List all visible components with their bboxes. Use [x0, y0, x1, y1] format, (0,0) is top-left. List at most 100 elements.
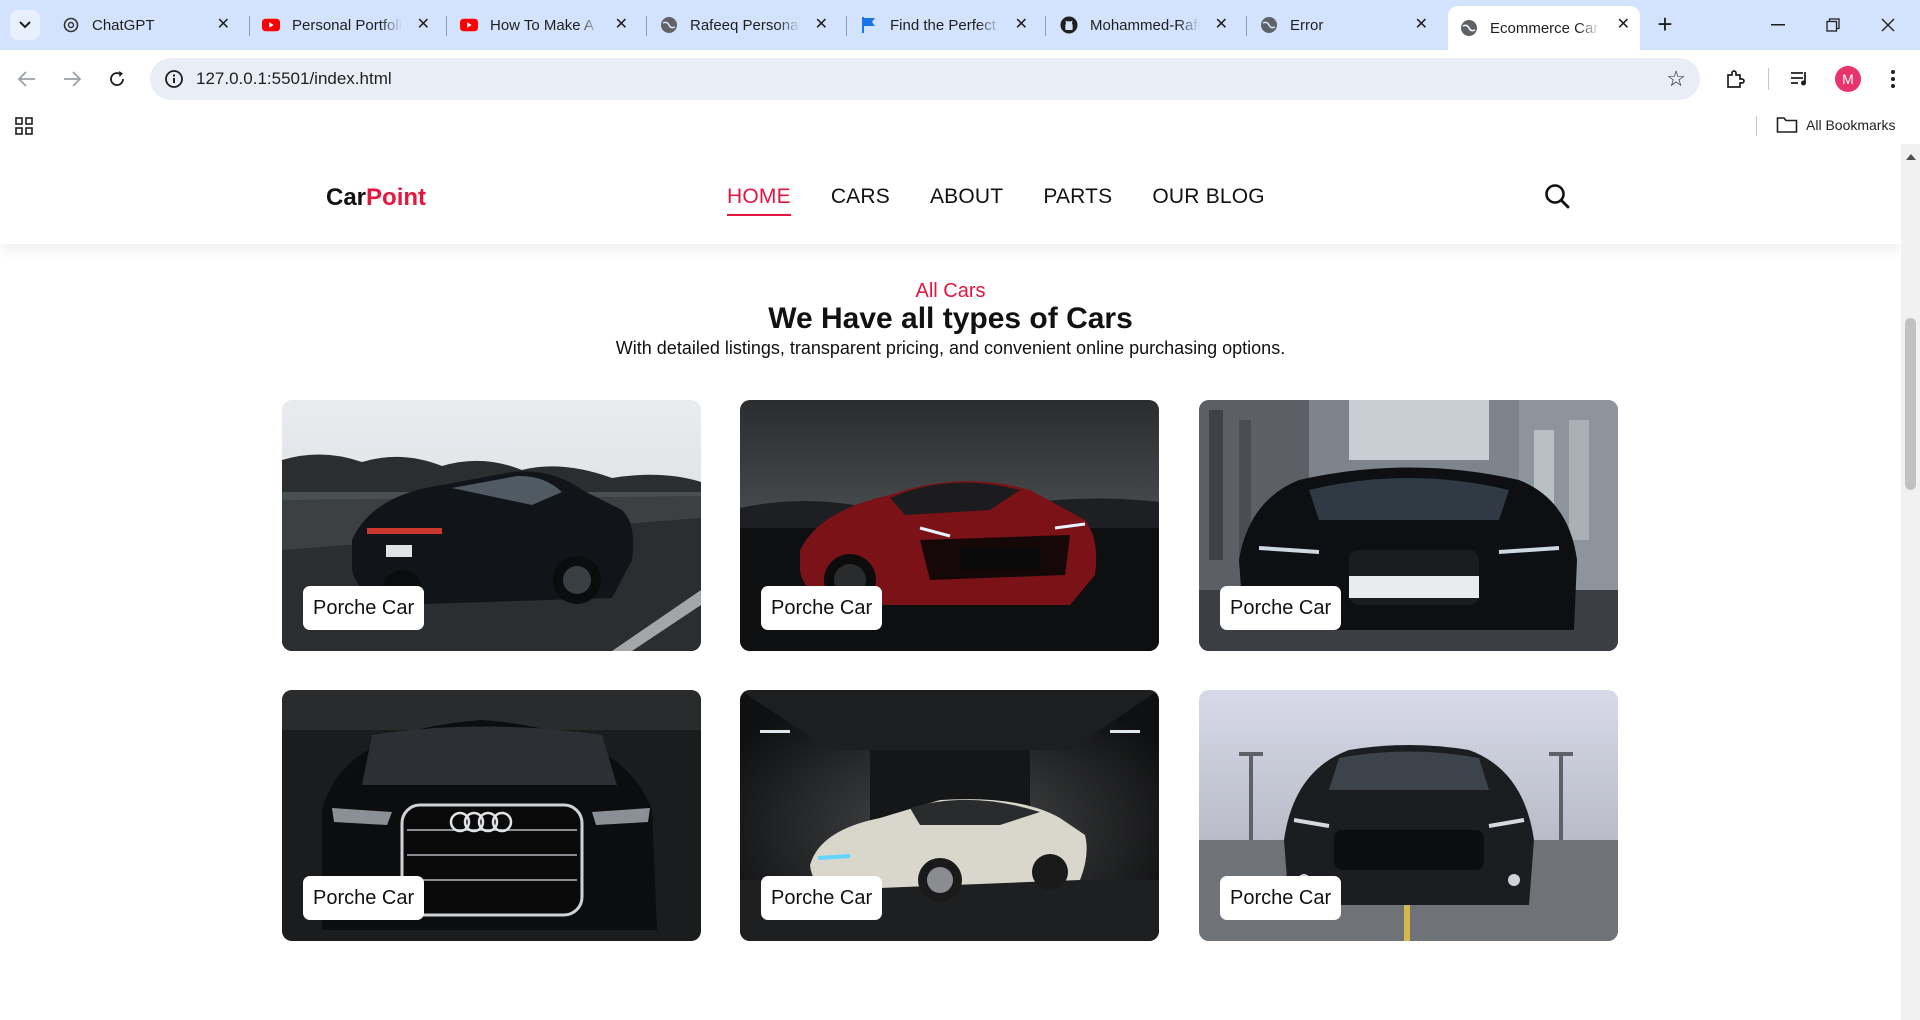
- all-bookmarks-label: All Bookmarks: [1806, 117, 1896, 133]
- car-card[interactable]: Porche Car: [282, 400, 701, 651]
- back-button[interactable]: [14, 66, 40, 92]
- tab-divider: [1246, 16, 1247, 36]
- forward-arrow-icon: [64, 71, 81, 87]
- section-subtitle: With detailed listings, transparent pric…: [615, 338, 1286, 358]
- tab-divider: [646, 16, 647, 36]
- car-card-label: Porche Car: [1220, 876, 1342, 920]
- browser-tab[interactable]: Find the Perfect ✕: [848, 8, 1038, 42]
- browser-tab[interactable]: Mohammed-Rafeeq ✕: [1048, 8, 1238, 42]
- tab-divider: [1045, 16, 1046, 36]
- car-card-label: Porche Car: [761, 586, 883, 630]
- close-tab-icon[interactable]: ✕: [1215, 17, 1228, 33]
- address-bar[interactable]: 127.0.0.1:5501/index.html ☆: [150, 58, 1700, 100]
- reload-icon: [110, 71, 124, 86]
- tab-title: Rafeeq Personal: [690, 16, 800, 34]
- car-card-label: Porche Car: [303, 586, 425, 630]
- scroll-up-icon[interactable]: [1906, 154, 1916, 160]
- scrollbar-thumb[interactable]: [1905, 318, 1916, 490]
- nav-link-parts[interactable]: PARTS: [1043, 185, 1112, 216]
- tab-divider: [446, 16, 447, 36]
- car-card[interactable]: Porche Car: [1199, 690, 1618, 941]
- close-tab-icon[interactable]: ✕: [1415, 17, 1428, 33]
- browser-tab[interactable]: Rafeeq Personal ✕: [648, 8, 838, 42]
- site-logo[interactable]: CarPoint: [326, 184, 426, 212]
- browser-tab-bar: ChatGPT ✕ Personal Portfolio ✕ How To Ma…: [0, 0, 1920, 50]
- search-icon[interactable]: [1542, 181, 1572, 211]
- nav-link-about[interactable]: ABOUT: [930, 185, 1003, 216]
- tab-title: Ecommerce Car: [1490, 19, 1599, 37]
- github-icon: [1060, 16, 1078, 34]
- bookmark-star-icon[interactable]: ☆: [1666, 66, 1686, 92]
- minimize-button[interactable]: [1758, 10, 1798, 40]
- restore-icon: [1826, 18, 1840, 32]
- nav-link-home[interactable]: HOME: [727, 185, 791, 216]
- media-queue-icon: [1791, 72, 1806, 86]
- nav-link-blog[interactable]: OUR BLOG: [1152, 185, 1264, 216]
- puzzle-icon: [1727, 70, 1745, 88]
- globe-icon: [1460, 19, 1478, 37]
- car-card[interactable]: Porche Car: [740, 690, 1159, 941]
- youtube-icon: [460, 16, 478, 34]
- car-card[interactable]: Porche Car: [282, 690, 701, 941]
- browser-menu-button[interactable]: [1880, 66, 1906, 92]
- browser-tab[interactable]: How To Make A ✕: [448, 8, 638, 42]
- tab-title: How To Make A: [490, 16, 594, 34]
- plus-icon: +: [1657, 9, 1673, 39]
- browser-toolbar: 127.0.0.1:5501/index.html ☆ M: [0, 50, 1920, 108]
- minimize-icon: [1771, 24, 1785, 26]
- bookmarks-divider: [1756, 116, 1757, 136]
- tab-title: Personal Portfolio: [292, 16, 402, 34]
- site-info-icon[interactable]: [162, 67, 186, 91]
- section-eyebrow: All Cars: [915, 280, 986, 302]
- profile-avatar[interactable]: M: [1835, 66, 1861, 92]
- more-vertical-icon: [1891, 70, 1895, 88]
- car-card[interactable]: Porche Car: [740, 400, 1159, 651]
- car-card[interactable]: Porche Car: [1199, 400, 1618, 651]
- all-bookmarks-button[interactable]: All Bookmarks: [1776, 116, 1895, 134]
- globe-icon: [660, 16, 678, 34]
- folder-icon: [1776, 117, 1798, 133]
- youtube-icon: [262, 16, 280, 34]
- car-card-label: Porche Car: [761, 876, 883, 920]
- browser-tab-active[interactable]: Ecommerce Car ✕: [1448, 6, 1640, 50]
- logo-text-accent: Point: [366, 184, 427, 211]
- media-control-button[interactable]: [1787, 66, 1813, 92]
- close-tab-icon[interactable]: ✕: [815, 17, 828, 33]
- tab-divider: [846, 16, 847, 36]
- browser-tab[interactable]: ChatGPT ✕: [50, 8, 240, 42]
- tab-title: Error: [1290, 16, 1324, 34]
- bookmarks-bar: All Bookmarks: [0, 108, 1920, 144]
- extensions-button[interactable]: [1722, 66, 1748, 92]
- close-window-button[interactable]: [1868, 10, 1908, 40]
- restore-button[interactable]: [1813, 10, 1853, 40]
- url-text[interactable]: 127.0.0.1:5501/index.html: [196, 69, 392, 89]
- close-tab-icon[interactable]: ✕: [1617, 17, 1630, 33]
- site-header: CarPoint HOME CARS ABOUT PARTS OUR BLOG: [0, 144, 1901, 244]
- nav-link-cars[interactable]: CARS: [831, 185, 890, 216]
- chatgpt-icon: [62, 16, 80, 34]
- new-tab-button[interactable]: +: [1650, 10, 1680, 40]
- close-tab-icon[interactable]: ✕: [217, 17, 230, 33]
- tab-search-button[interactable]: [10, 10, 40, 40]
- browser-tab[interactable]: Personal Portfolio ✕: [250, 8, 440, 42]
- close-tab-icon[interactable]: ✕: [1015, 17, 1028, 33]
- flag-icon: [860, 16, 878, 34]
- close-tab-icon[interactable]: ✕: [615, 17, 628, 33]
- forward-button[interactable]: [59, 66, 85, 92]
- logo-text-primary: Car: [326, 184, 367, 211]
- car-card-label: Porche Car: [303, 876, 425, 920]
- reload-button[interactable]: [104, 66, 130, 92]
- chevron-down-icon: [19, 21, 31, 29]
- main-nav: HOME CARS ABOUT PARTS OUR BLOG: [727, 185, 1265, 216]
- close-tab-icon[interactable]: ✕: [417, 17, 430, 33]
- globe-icon: [1260, 16, 1278, 34]
- tab-title: Mohammed-Rafeeq: [1090, 16, 1200, 34]
- page-scrollbar[interactable]: [1901, 144, 1920, 1020]
- tab-title: Find the Perfect: [890, 16, 996, 34]
- page-viewport: CarPoint HOME CARS ABOUT PARTS OUR BLOG …: [0, 144, 1920, 1020]
- apps-grid-icon[interactable]: [14, 116, 34, 136]
- browser-tab[interactable]: Error ✕: [1248, 8, 1438, 42]
- close-icon: [1881, 18, 1895, 32]
- tab-title: ChatGPT: [92, 16, 155, 34]
- car-card-label: Porche Car: [1220, 586, 1342, 630]
